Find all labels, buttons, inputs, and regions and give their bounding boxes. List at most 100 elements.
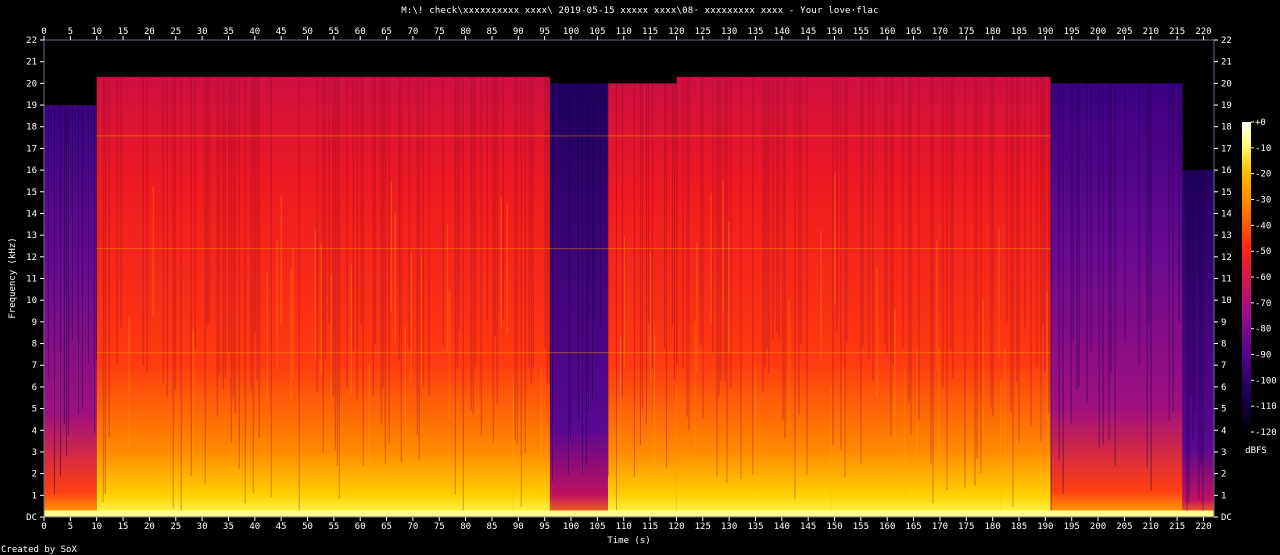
texture-stripe xyxy=(1030,76,1032,427)
y-tick-label-right: 14 xyxy=(1221,209,1232,219)
texture-stripe xyxy=(1070,83,1072,424)
x-tick-label-top: 175 xyxy=(958,27,974,37)
x-tick-label-top: 160 xyxy=(879,27,895,37)
texture-stripe xyxy=(621,83,623,398)
texture-stripe xyxy=(800,76,802,344)
texture-stripe xyxy=(682,76,684,370)
texture-stripe xyxy=(910,76,912,434)
texture-stripe xyxy=(180,76,182,516)
x-tick-label-top: 195 xyxy=(1064,27,1080,37)
texture-stripe xyxy=(60,105,61,477)
texture-stripe xyxy=(1172,83,1174,412)
texture-stripe xyxy=(872,76,874,381)
texture-stripe xyxy=(224,76,226,378)
x-tick-label-top: 205 xyxy=(1116,27,1132,37)
x-tick-label-top: 110 xyxy=(616,27,632,37)
colorbar-tick-label: -20 xyxy=(1255,170,1271,180)
colorbar-tick-label: -40 xyxy=(1255,221,1271,231)
x-tick-label: 65 xyxy=(381,522,392,532)
texture-stripe xyxy=(1024,76,1026,329)
texture-stripe xyxy=(762,76,764,391)
x-tick-label-top: 65 xyxy=(381,27,392,37)
colorbar-tick-label: -90 xyxy=(1255,351,1271,361)
colorbar-tick-label: -100 xyxy=(1255,376,1277,386)
texture-stripe xyxy=(78,105,79,414)
colorbar-tick-label: -30 xyxy=(1255,196,1271,206)
texture-stripe xyxy=(506,202,508,334)
texture-stripe xyxy=(408,76,410,351)
x-tick-label-top: 140 xyxy=(774,27,790,37)
texture-stripe xyxy=(647,83,649,323)
texture-stripe xyxy=(152,185,154,317)
texture-stripe xyxy=(82,105,83,410)
texture-stripe xyxy=(372,76,374,397)
texture-stripe xyxy=(1006,76,1008,322)
texture-stripe xyxy=(932,76,934,504)
texture-stripe xyxy=(549,83,551,403)
texture-stripe xyxy=(892,76,894,364)
texture-stripe xyxy=(1200,170,1202,466)
colorbar-tick-label: +0 xyxy=(1255,118,1266,128)
texture-stripe xyxy=(710,193,712,324)
texture-stripe xyxy=(48,105,49,377)
texture-stripe xyxy=(350,263,352,394)
texture-stripe xyxy=(530,76,532,384)
colorbar-tick-label: -10 xyxy=(1255,144,1271,154)
y-tick-label: 18 xyxy=(26,123,37,133)
x-tick-label: 25 xyxy=(170,522,181,532)
texture-stripe xyxy=(88,105,89,364)
texture-stripe xyxy=(1148,83,1150,326)
texture-stripe xyxy=(1198,170,1200,500)
texture-stripe xyxy=(1078,83,1080,387)
texture-stripe xyxy=(360,76,362,325)
texture-stripe xyxy=(1040,76,1042,442)
texture-stripe xyxy=(428,76,430,397)
texture-stripe xyxy=(190,76,192,477)
x-tick-label: 100 xyxy=(563,522,579,532)
texture-stripe xyxy=(918,76,920,420)
texture-stripe xyxy=(722,180,724,312)
spectrum-segment xyxy=(676,76,1051,517)
y-tick-label-right: 2 xyxy=(1221,470,1226,480)
x-tick-label-top: 200 xyxy=(1090,27,1106,37)
x-tick-label-top: 220 xyxy=(1195,27,1211,37)
texture-stripe xyxy=(1102,83,1104,445)
y-tick-label-right: 13 xyxy=(1221,231,1232,241)
texture-stripe xyxy=(338,76,340,499)
texture-stripe xyxy=(581,83,583,475)
texture-stripe xyxy=(1072,83,1074,342)
texture-stripe xyxy=(694,321,696,452)
texture-stripe xyxy=(980,76,982,474)
texture-stripe xyxy=(615,83,617,511)
texture-stripe xyxy=(216,76,218,417)
texture-stripe xyxy=(778,76,780,338)
x-tick-label-top: 180 xyxy=(985,27,1001,37)
texture-stripe xyxy=(904,368,906,500)
x-tick-label: 125 xyxy=(695,522,711,532)
x-tick-label-top: 120 xyxy=(668,27,684,37)
x-tick-label-top: 50 xyxy=(302,27,313,37)
x-tick-label-top: 165 xyxy=(905,27,921,37)
texture-stripe xyxy=(206,76,208,327)
y-tick-label: 2 xyxy=(32,470,37,480)
y-tick-label: 12 xyxy=(26,253,37,263)
y-tick-label-right: 8 xyxy=(1221,340,1226,350)
texture-stripe xyxy=(974,76,976,486)
texture-stripe xyxy=(587,83,589,411)
texture-stripe xyxy=(146,76,148,373)
texture-stripe xyxy=(384,76,386,465)
texture-stripe xyxy=(346,76,348,388)
texture-stripe xyxy=(649,251,651,383)
texture-stripe xyxy=(716,76,718,477)
x-tick-label: 80 xyxy=(460,522,471,532)
texture-stripe xyxy=(116,76,118,364)
texture-stripe xyxy=(577,83,579,419)
x-tick-label: 200 xyxy=(1090,522,1106,532)
texture-stripe xyxy=(1044,76,1046,373)
x-tick-label: 150 xyxy=(826,522,842,532)
texture-stripe xyxy=(400,76,402,463)
texture-stripe xyxy=(456,76,458,369)
texture-stripe xyxy=(1110,83,1112,373)
texture-stripe xyxy=(950,76,952,350)
x-tick-label-top: 155 xyxy=(853,27,869,37)
